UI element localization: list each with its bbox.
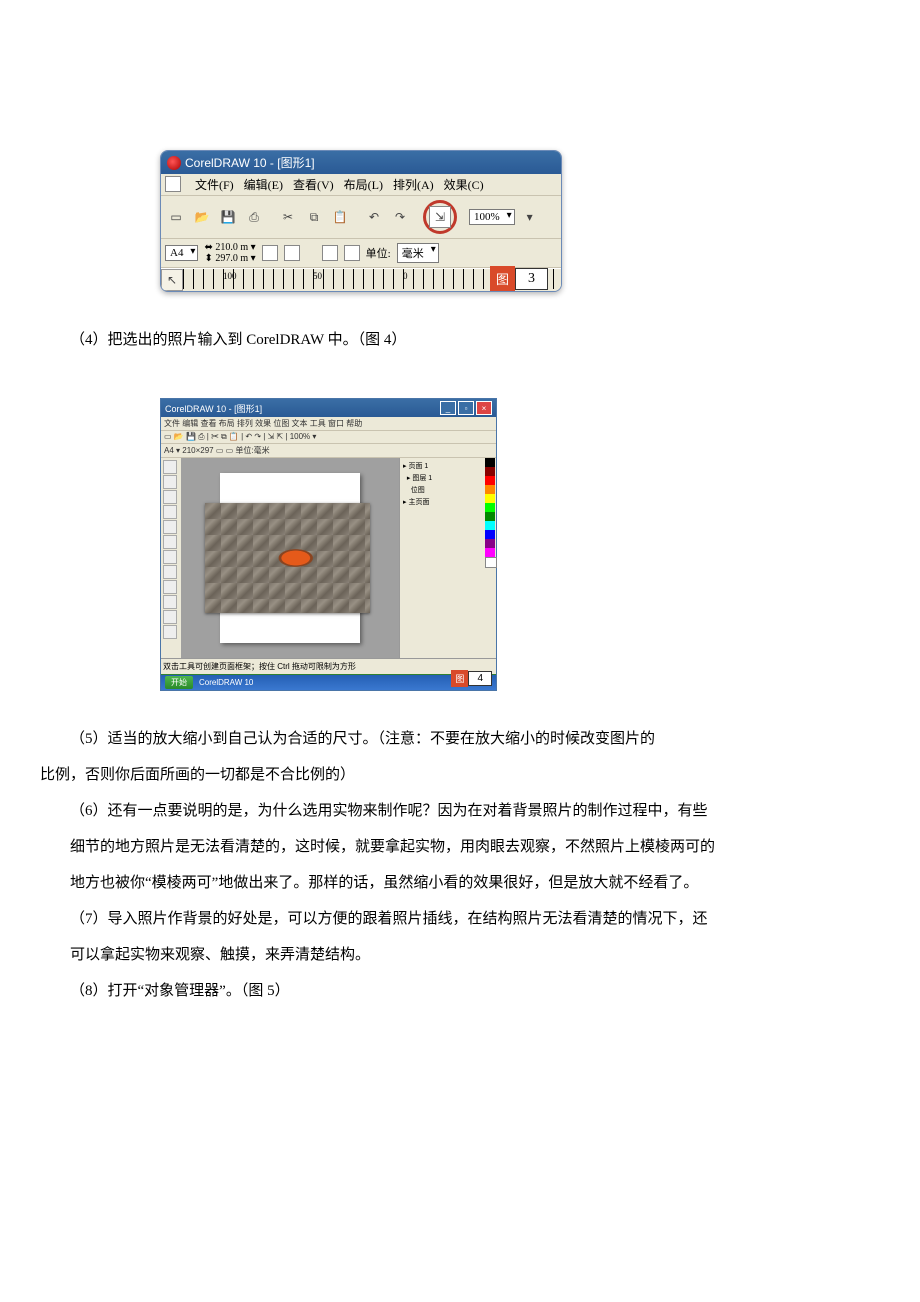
new-icon[interactable]: ▭ [165,206,187,228]
tool-icon[interactable] [163,610,177,624]
swatch[interactable] [485,476,495,485]
open-icon[interactable]: 📂 [191,206,213,228]
coreldraw-full-window: CorelDRAW 10 - [图形1] _ ▫ × 文件 编辑 查看 布局 排… [160,398,497,691]
minimize-icon[interactable]: _ [440,401,456,415]
step-8: （8）打开“对象管理器”。（图 5） [40,973,880,1009]
toolbar-row-2: A4 ▾ 210×297 ▭ ▭ 单位:毫米 [161,444,496,458]
window-title: CorelDRAW 10 - [图形1] [165,402,262,415]
docker-entry[interactable]: ▸ 图层 1 [402,472,482,484]
pick-tool-icon[interactable]: ↖ [161,269,183,291]
swatch[interactable] [485,494,495,503]
caption-step-4: （4）把选出的照片输入到 CorelDRAW 中。（图 4） [40,322,880,358]
property-bar: A4 ⬌ 210.0 m ▾ ⬍ 297.0 m ▾ 单位: 毫米 [161,239,561,268]
start-button[interactable]: 开始 [165,676,193,689]
close-icon[interactable]: × [476,401,492,415]
figure-3: CorelDRAW 10 - [图形1] 文件(F) 编辑(E) 查看(V) 布… [160,150,880,292]
menu-edit[interactable]: 编辑(E) [244,176,283,193]
menu-view[interactable]: 查看(V) [293,176,334,193]
figure-3-label: 图 3 [490,266,548,291]
paper-size-select[interactable]: A4 [165,245,198,261]
menu-bar: 文件(F) 编辑(E) 查看(V) 布局(L) 排列(A) 效果(C) [161,174,561,196]
tool-icon[interactable] [163,595,177,609]
swatch[interactable] [485,548,495,557]
menu-effects[interactable]: 效果(C) [444,176,484,193]
undo-icon[interactable]: ↶ [363,206,385,228]
app-icon [167,156,181,170]
taskbar-item[interactable]: CorelDRAW 10 [199,678,253,687]
tool-icon[interactable] [163,535,177,549]
tool-icon[interactable] [163,580,177,594]
units-label: 单位: [366,245,391,261]
docker-entry[interactable]: ▸ 主页面 [402,496,482,508]
tool-icon[interactable] [163,460,177,474]
tool-icon[interactable] [163,475,177,489]
step-5-line-2: 比例，否则你后面所画的一切都是不合比例的） [40,757,880,793]
figure-4: CorelDRAW 10 - [图形1] _ ▫ × 文件 编辑 查看 布局 排… [160,398,880,691]
menu-file[interactable]: 文件(F) [195,176,234,193]
tool-icon[interactable] [163,625,177,639]
imported-photo[interactable] [205,503,370,613]
swatch[interactable] [485,521,495,530]
swatch[interactable] [485,467,495,476]
tool-icon[interactable] [163,565,177,579]
swatch[interactable] [485,557,497,568]
copy-icon[interactable]: ⧉ [303,206,325,228]
portrait-icon[interactable] [262,245,278,261]
window-title-bar: CorelDRAW 10 - [图形1] [161,151,561,174]
paste-icon[interactable]: 📋 [329,206,351,228]
swatch[interactable] [485,530,495,539]
object-manager-docker: ▸ 页面 1 ▸ 图层 1 位图 ▸ 主页面 [399,458,484,658]
swatch[interactable] [485,503,495,512]
taskbar: 开始 CorelDRAW 10 [161,674,496,690]
zoom-select[interactable]: 100% [469,209,515,225]
canvas[interactable] [181,458,399,658]
menu-bar: 文件 编辑 查看 布局 排列 效果 位图 文本 工具 窗口 帮助 [161,417,496,431]
step-6-line-2: 细节的地方照片是无法看清楚的，这时候，就要拿起实物，用肉眼去观察，不然照片上模棱… [40,829,880,865]
landscape-icon[interactable] [284,245,300,261]
maximize-icon[interactable]: ▫ [458,401,474,415]
step-7-line-2: 可以拿起实物来观察、触摸，来弄清楚结构。 [40,937,880,973]
menu-layout[interactable]: 布局(L) [344,176,383,193]
tool-icon[interactable] [163,520,177,534]
step-6-line-3: 地方也被你“模棱两可”地做出来了。那样的话，虽然缩小看的效果很好，但是放大就不经… [40,865,880,901]
document-icon [165,176,181,192]
dropdown-icon[interactable]: ▾ [519,206,541,228]
step-5-line-1: （5）适当的放大缩小到自己认为合适的尺寸。（注意：不要在放大缩小的时候改变图片的 [40,721,880,757]
redo-icon[interactable]: ↷ [389,206,411,228]
page-icon-2[interactable] [344,245,360,261]
page [220,473,360,643]
save-icon[interactable]: 💾 [217,206,239,228]
window-title-bar: CorelDRAW 10 - [图形1] _ ▫ × [161,399,496,417]
status-bar: 双击工具可创建页面框架；按住 Ctrl 拖动可限制为方形 [161,658,496,674]
toolbar-row-1: ▭ 📂 💾 ⎙ | ✂ ⧉ 📋 | ↶ ↷ | ⇲ ⇱ | 100% ▾ [161,431,496,444]
swatch[interactable] [485,458,495,467]
docker-entry[interactable]: ▸ 页面 1 [402,460,482,472]
toolbox [161,458,181,658]
menu-arrange[interactable]: 排列(A) [393,176,434,193]
tutorial-text: （5）适当的放大缩小到自己认为合适的尺寸。（注意：不要在放大缩小的时候改变图片的… [40,721,880,1009]
units-select[interactable]: 毫米 [397,243,439,263]
page-dimensions: ⬌ 210.0 m ▾ ⬍ 297.0 m ▾ [204,242,255,264]
import-button-highlight: ⇲ [423,200,457,234]
standard-toolbar: ▭ 📂 💾 ⎙ ✂ ⧉ 📋 ↶ ↷ ⇲ 100% ▾ [161,196,561,239]
page-icon[interactable] [322,245,338,261]
swatch[interactable] [485,539,495,548]
print-icon[interactable]: ⎙ [243,206,265,228]
swatch[interactable] [485,485,495,494]
color-palette [484,458,496,658]
window-title: CorelDRAW 10 - [图形1] [185,154,315,171]
swatch[interactable] [485,512,495,521]
cut-icon[interactable]: ✂ [277,206,299,228]
tool-icon[interactable] [163,490,177,504]
tool-icon[interactable] [163,550,177,564]
docker-entry[interactable]: 位图 [402,484,482,496]
import-icon[interactable]: ⇲ [429,206,451,228]
step-7-line-1: （7）导入照片作背景的好处是，可以方便的跟着照片插线，在结构照片无法看清楚的情况… [40,901,880,937]
tool-icon[interactable] [163,505,177,519]
figure-4-label: 图 4 [451,670,492,687]
step-6-line-1: （6）还有一点要说明的是，为什么选用实物来制作呢？因为在对着背景照片的制作过程中… [40,793,880,829]
